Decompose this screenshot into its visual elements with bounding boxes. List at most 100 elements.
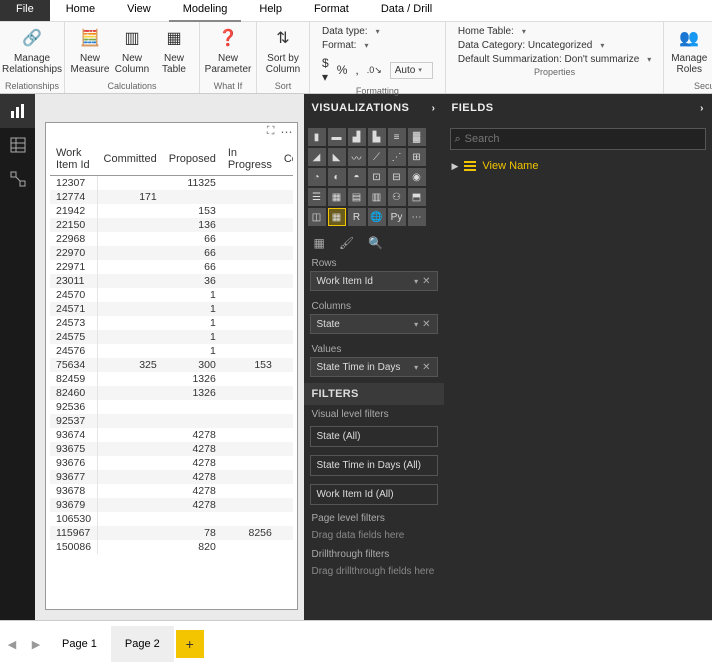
home-table-dropdown[interactable]: Home Table:: [458, 26, 651, 37]
viz-type-icon[interactable]: ▥: [368, 188, 386, 206]
visualizations-header[interactable]: VISUALIZATIONS›: [304, 94, 444, 122]
ribbon-label-relationships: Relationships: [4, 81, 60, 93]
column-header[interactable]: Proposed: [163, 143, 222, 176]
fields-tab-icon[interactable]: ▦: [314, 236, 325, 250]
viz-type-icon[interactable]: ▦: [328, 208, 346, 226]
viz-type-icon[interactable]: ⬒: [408, 188, 426, 206]
table-cell: [222, 288, 278, 302]
visualization-palette: ▮▬▟▙≡▓ ◢◣〰⟋⋰⊞ ◔◐◓⊡⊟◉ ☰▦▤▥⚇⬒ ◫▦R🌐Py⋯: [304, 122, 444, 232]
viz-type-icon[interactable]: ◢: [308, 148, 326, 166]
viz-type-icon[interactable]: ☰: [308, 188, 326, 206]
menu-view[interactable]: View: [111, 0, 167, 21]
viz-type-icon[interactable]: ◉: [408, 168, 426, 186]
report-canvas[interactable]: ⛶ ⋯ Work Item IdCommittedProposedIn Prog…: [35, 94, 304, 620]
viz-type-icon[interactable]: ⟋: [368, 148, 386, 166]
table-cell: [98, 204, 163, 218]
viz-type-icon[interactable]: ◫: [308, 208, 326, 226]
table-cell: 66: [163, 260, 222, 274]
manage-relationships-button[interactable]: 🔗Manage Relationships: [4, 24, 60, 81]
format-tab-icon[interactable]: 🖌: [339, 236, 354, 250]
filter-state[interactable]: State (All): [310, 426, 438, 447]
viz-type-icon[interactable]: ◣: [328, 148, 346, 166]
fields-header[interactable]: FIELDS›: [444, 94, 712, 122]
table-cell: [98, 414, 163, 428]
filter-work-item-id[interactable]: Work Item Id (All): [310, 484, 438, 505]
manage-roles-button[interactable]: 👥Manage Roles: [668, 24, 710, 81]
menu-modeling[interactable]: Modeling: [167, 0, 244, 21]
data-type-dropdown[interactable]: Data type:: [322, 26, 433, 37]
table-cell: 1326: [163, 386, 222, 400]
comma-button[interactable]: ,: [355, 63, 358, 77]
viz-type-icon[interactable]: ▬: [328, 128, 346, 146]
menu-file[interactable]: File: [0, 0, 50, 21]
viz-type-icon[interactable]: ▮: [308, 128, 326, 146]
viz-type-icon[interactable]: ▤: [348, 188, 366, 206]
table-row: 127741711060696: [50, 190, 293, 204]
format-dropdown[interactable]: Format:: [322, 40, 433, 51]
column-header[interactable]: In Progress: [222, 143, 278, 176]
page-tab-2[interactable]: Page 2: [111, 626, 174, 662]
viz-type-icon[interactable]: ▟: [348, 128, 366, 146]
viz-type-icon[interactable]: ≡: [388, 128, 406, 146]
fields-search[interactable]: ⌕: [450, 128, 707, 150]
filter-state-time[interactable]: State Time in Days (All): [310, 455, 438, 476]
percent-button[interactable]: %: [337, 63, 348, 77]
analytics-tab-icon[interactable]: 🔍: [368, 236, 383, 250]
new-parameter-button[interactable]: ❓New Parameter: [204, 24, 252, 81]
table-cell: [222, 316, 278, 330]
more-options-icon[interactable]: ⋯: [281, 125, 293, 139]
add-page-button[interactable]: +: [176, 630, 204, 658]
menu-datadrill[interactable]: Data / Drill: [365, 0, 448, 21]
page-next-button[interactable]: ▶: [24, 632, 48, 656]
decimals-decrease[interactable]: .0↘: [367, 65, 382, 76]
focus-mode-icon[interactable]: ⛶: [267, 125, 275, 138]
new-measure-button[interactable]: 🧮New Measure: [69, 24, 111, 81]
page-prev-button[interactable]: ◀: [0, 632, 24, 656]
viz-type-icon[interactable]: Py: [388, 208, 406, 226]
viz-type-icon[interactable]: ⋯: [408, 208, 426, 226]
menu-help[interactable]: Help: [243, 0, 298, 21]
fields-pane: FIELDS› ⌕ ▶ View Name: [444, 94, 712, 620]
report-view-button[interactable]: [0, 94, 35, 128]
matrix-visual[interactable]: ⛶ ⋯ Work Item IdCommittedProposedIn Prog…: [45, 122, 298, 610]
viz-type-icon[interactable]: ⊞: [408, 148, 426, 166]
viz-type-icon[interactable]: ⚇: [388, 188, 406, 206]
columns-well[interactable]: State▾✕: [310, 314, 438, 334]
column-header[interactable]: Completed: [278, 143, 293, 176]
viz-type-icon[interactable]: ◐: [328, 168, 346, 186]
viz-type-icon[interactable]: R: [348, 208, 366, 226]
ribbon: 🔗Manage Relationships Relationships 🧮New…: [0, 22, 712, 94]
field-view-name[interactable]: ▶ View Name: [444, 156, 712, 176]
column-header[interactable]: Work Item Id: [50, 143, 98, 176]
menu-home[interactable]: Home: [50, 0, 111, 21]
viz-type-icon[interactable]: ⋰: [388, 148, 406, 166]
table-cell: 22971: [50, 260, 98, 274]
viz-type-icon[interactable]: ◔: [308, 168, 326, 186]
table-cell: 4278: [163, 498, 222, 512]
viz-type-icon[interactable]: ▦: [328, 188, 346, 206]
values-well[interactable]: State Time in Days▾✕: [310, 357, 438, 377]
viz-type-icon[interactable]: ▓: [408, 128, 426, 146]
table-row: 1230711325877150: [50, 176, 293, 191]
viz-type-icon[interactable]: ⊟: [388, 168, 406, 186]
table-cell: 15576: [278, 512, 293, 526]
data-category-dropdown[interactable]: Data Category: Uncategorized: [458, 40, 651, 51]
viz-type-icon[interactable]: ▙: [368, 128, 386, 146]
viz-type-icon[interactable]: ⊡: [368, 168, 386, 186]
sort-by-column-button[interactable]: ⇅Sort by Column: [261, 24, 305, 81]
viz-type-icon[interactable]: 🌐: [368, 208, 386, 226]
rows-well[interactable]: Work Item Id▾✕: [310, 271, 438, 291]
column-header[interactable]: Committed: [98, 143, 163, 176]
search-input[interactable]: [465, 133, 701, 145]
new-table-button[interactable]: ▦New Table: [153, 24, 195, 81]
data-view-button[interactable]: [0, 128, 35, 162]
viz-type-icon[interactable]: ◓: [348, 168, 366, 186]
model-view-button[interactable]: [0, 162, 35, 196]
new-column-button[interactable]: ▥New Column: [111, 24, 153, 81]
viz-type-icon[interactable]: 〰: [348, 148, 366, 166]
menu-format[interactable]: Format: [298, 0, 365, 21]
decimals-auto[interactable]: Auto: [390, 62, 433, 79]
currency-button[interactable]: $ ▾: [322, 56, 329, 84]
page-tab-1[interactable]: Page 1: [48, 626, 111, 662]
default-summarization-dropdown[interactable]: Default Summarization: Don't summarize: [458, 54, 651, 65]
